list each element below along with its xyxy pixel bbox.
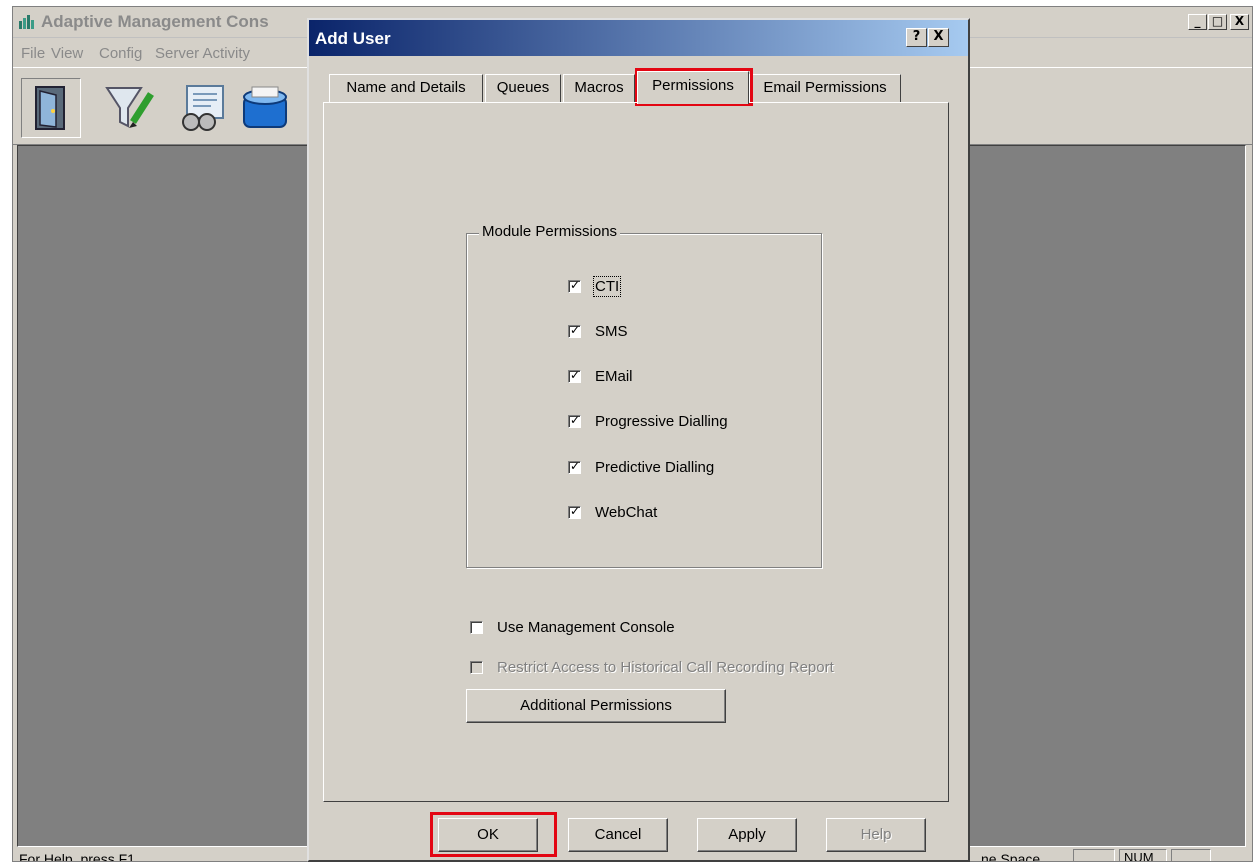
menu-file[interactable]: File [21, 45, 45, 62]
cti-checkbox[interactable]: ✓ [568, 277, 581, 293]
check-mark-icon: ✓ [570, 367, 581, 382]
toolbar-database-button[interactable] [235, 78, 295, 138]
predictive-dialling-checkbox[interactable]: ✓ [568, 458, 581, 474]
webchat-checkbox[interactable]: ✓ [568, 503, 581, 519]
minimize-button[interactable]: _ [1188, 14, 1207, 30]
permissions-tab-panel: Module Permissions ✓ CTI ✓ SMS ✓ EMail ✓… [323, 102, 949, 802]
tab-macros[interactable]: Macros [563, 74, 635, 102]
status-pane-text: ne Space [981, 851, 1041, 862]
dialog-close-button[interactable]: X [928, 28, 949, 47]
ok-button[interactable]: OK [438, 818, 538, 852]
toolbar-filter-button[interactable] [99, 78, 159, 138]
restrict-access-row: Restrict Access to Historical Call Recor… [470, 657, 834, 677]
module-permissions-group: Module Permissions ✓ CTI ✓ SMS ✓ EMail ✓… [466, 223, 822, 568]
use-management-console-checkbox[interactable] [470, 620, 483, 634]
progressive-dialling-checkbox-row[interactable]: ✓ Progressive Dialling [568, 411, 728, 431]
tab-name-and-details[interactable]: Name and Details [329, 74, 483, 102]
check-mark-icon: ✓ [570, 458, 581, 473]
email-label: EMail [595, 367, 633, 385]
status-pane-scrl [1171, 849, 1211, 861]
restrict-access-label: Restrict Access to Historical Call Recor… [497, 658, 834, 676]
webchat-label: WebChat [595, 503, 658, 521]
progressive-dialling-checkbox[interactable]: ✓ [568, 412, 581, 428]
maximize-button[interactable]: □ [1208, 14, 1227, 30]
email-checkbox-row[interactable]: ✓ EMail [568, 366, 633, 386]
restrict-access-checkbox [470, 660, 483, 674]
use-management-console-label: Use Management Console [497, 618, 675, 636]
database-icon [243, 86, 287, 128]
email-checkbox[interactable]: ✓ [568, 367, 581, 383]
report-binoculars-icon [182, 85, 224, 131]
cti-checkbox-row[interactable]: ✓ CTI [568, 275, 622, 297]
dialog-title: Add User [315, 29, 391, 48]
tab-permissions[interactable]: Permissions [637, 71, 749, 104]
check-mark-icon: ✓ [570, 503, 581, 518]
predictive-dialling-checkbox-row[interactable]: ✓ Predictive Dialling [568, 457, 714, 477]
status-help-text: For Help, press F1 [19, 851, 135, 862]
predictive-dialling-label: Predictive Dialling [595, 458, 715, 476]
additional-permissions-button[interactable]: Additional Permissions [466, 689, 726, 723]
toolbar-door-button[interactable] [21, 78, 81, 138]
menu-server-activity[interactable]: Server Activity [155, 45, 250, 62]
tabstrip: Name and Details Queues Macros Permissio… [325, 71, 945, 104]
progressive-dialling-label: Progressive Dialling [595, 412, 728, 430]
sms-checkbox-row[interactable]: ✓ SMS [568, 321, 628, 341]
use-management-console-row[interactable]: Use Management Console [470, 617, 675, 637]
cti-label: CTI [592, 275, 622, 297]
close-button[interactable]: X [1230, 14, 1249, 30]
sms-checkbox[interactable]: ✓ [568, 322, 581, 338]
check-mark-icon: ✓ [570, 412, 581, 427]
tab-queues[interactable]: Queues [485, 74, 561, 102]
sms-label: SMS [595, 322, 628, 340]
add-user-dialog: Add User ? X Name and Details Queues Mac… [307, 18, 970, 862]
toolbar-report-button[interactable] [173, 78, 233, 138]
apply-button[interactable]: Apply [697, 818, 797, 852]
check-mark-icon: ✓ [570, 277, 581, 292]
help-button: Help [826, 818, 926, 852]
menu-config[interactable]: Config [99, 45, 142, 62]
door-icon [35, 86, 65, 130]
status-pane-num: NUM [1119, 849, 1167, 861]
module-permissions-title: Module Permissions [479, 223, 621, 240]
check-mark-icon: ✓ [570, 322, 581, 337]
status-pane-caps [1073, 849, 1115, 861]
filter-funnel-icon [105, 87, 154, 128]
dialog-titlebar: Add User ? X [309, 20, 968, 56]
webchat-checkbox-row[interactable]: ✓ WebChat [568, 502, 657, 522]
main-window-title: Adaptive Management Cons [41, 12, 269, 31]
app-icon [19, 15, 34, 29]
tab-email-permissions[interactable]: Email Permissions [749, 74, 901, 102]
dialog-help-button[interactable]: ? [906, 28, 927, 47]
menu-view[interactable]: View [51, 45, 83, 62]
cancel-button[interactable]: Cancel [568, 818, 668, 852]
